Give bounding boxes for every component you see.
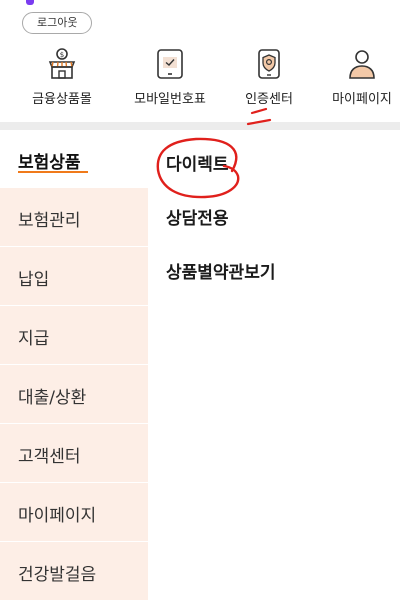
sidebar-item-payment[interactable]: 납입 — [0, 247, 148, 305]
submenu-item-direct[interactable]: 다이렉트 — [166, 150, 229, 175]
section-divider — [0, 122, 400, 130]
submenu-item-consultation-only[interactable]: 상담전용 — [166, 204, 229, 229]
quick-item-auth-center[interactable]: 인증센터 — [236, 44, 302, 112]
quick-menu: $ 금융상품몰 모바일번호표 인증센터 마이페이지 — [0, 44, 400, 112]
quick-item-label: 금융상품몰 — [32, 92, 92, 107]
tablet-ticket-icon — [157, 49, 183, 79]
shield-phone-icon — [258, 49, 280, 79]
sidebar-item-loan-repayment[interactable]: 대출/상환 — [0, 365, 148, 423]
sidebar-item-label: 고객센터 — [18, 447, 81, 467]
person-icon — [349, 50, 375, 79]
sidebar-item-insurance-products[interactable]: 보험상품 — [0, 130, 148, 188]
sidebar-item-label: 마이페이지 — [18, 506, 97, 526]
active-underline — [18, 171, 88, 173]
sidebar-item-label: 보험관리 — [18, 211, 81, 231]
sidebar-menu: 보험상품 보험관리 납입 지급 대출/상환 고객센터 마이페이지 건강발걸음 — [0, 130, 148, 600]
sidebar-item-insurance-management[interactable]: 보험관리 — [0, 188, 148, 246]
sidebar-item-label: 보험상품 — [18, 153, 81, 173]
quick-item-label: 인증센터 — [245, 92, 293, 107]
sidebar-item-label: 납입 — [18, 270, 50, 290]
quick-item-my-page[interactable]: 마이페이지 — [324, 44, 400, 112]
sidebar-item-label: 대출/상환 — [18, 388, 87, 408]
store-icon: $ — [48, 48, 76, 79]
sidebar-item-health-walk[interactable]: 건강발걸음 — [0, 542, 148, 600]
quick-item-label: 모바일번호표 — [134, 92, 206, 107]
logout-button[interactable]: 로그아웃 — [22, 12, 93, 34]
app-screen: 로그아웃 $ 금융상품몰 모바일번호표 인증센터 마이페이지 보험상품 보험관리… — [0, 0, 400, 600]
svg-text:$: $ — [60, 51, 64, 59]
quick-item-mobile-ticket[interactable]: 모바일번호표 — [122, 44, 218, 112]
sidebar-item-label: 건강발걸음 — [18, 565, 97, 585]
accent-mark — [26, 0, 34, 5]
top-status-strip — [0, 0, 400, 8]
sidebar-item-claims[interactable]: 지급 — [0, 306, 148, 364]
submenu-item-product-terms[interactable]: 상품별약관보기 — [166, 258, 275, 283]
quick-item-financial-mall[interactable]: $ 금융상품몰 — [20, 44, 104, 112]
quick-item-label: 마이페이지 — [332, 92, 392, 107]
sidebar-item-label: 지급 — [18, 329, 50, 349]
sidebar-item-my-page[interactable]: 마이페이지 — [0, 483, 148, 541]
sidebar-item-customer-center[interactable]: 고객센터 — [0, 424, 148, 482]
